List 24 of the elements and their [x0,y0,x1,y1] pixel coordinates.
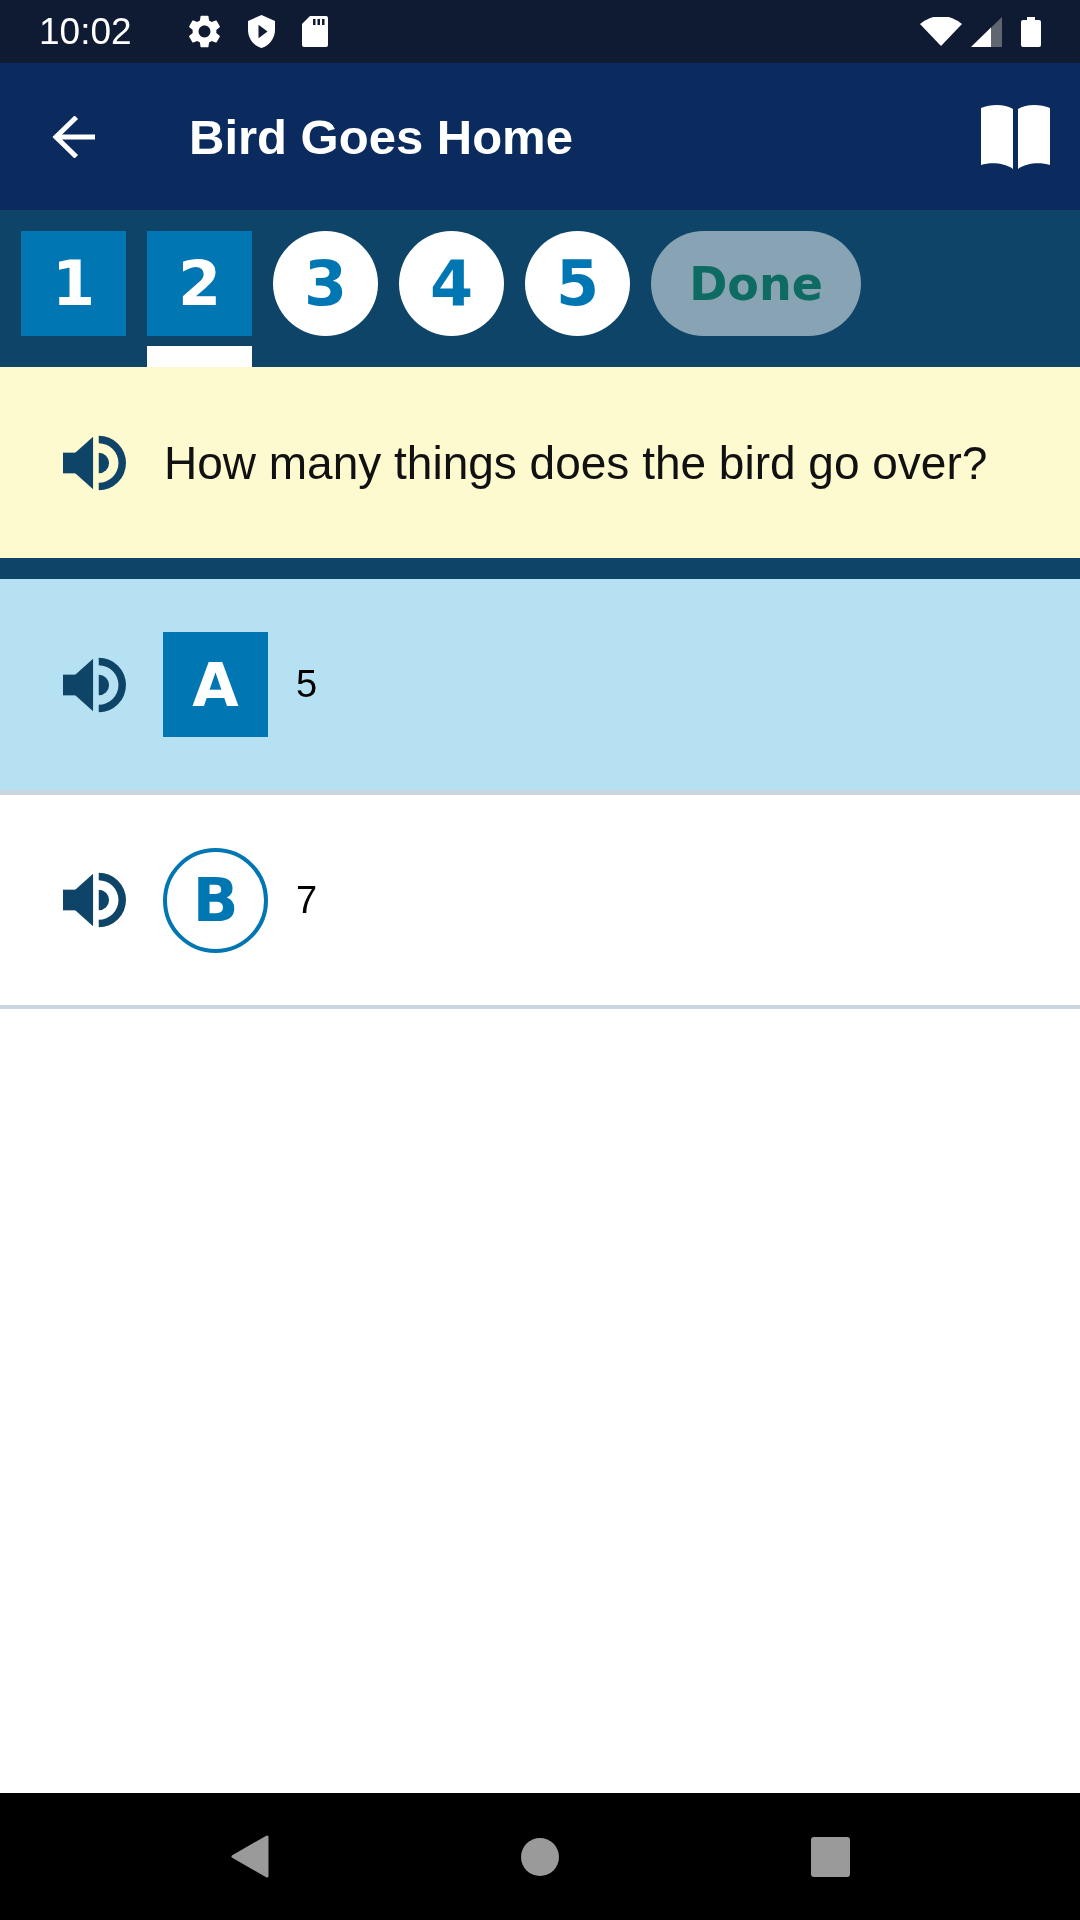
screen-title: Bird Goes Home [189,108,573,165]
answer-letter: A [163,632,268,737]
answer-letter: B [163,847,268,953]
question-tab[interactable]: 5 [525,231,630,336]
battery-icon [1021,16,1041,47]
answer-text: 5 [296,663,318,706]
recents-icon[interactable] [810,1836,850,1877]
status-time: 10:02 [39,13,132,50]
settings-icon [187,15,221,48]
back-icon[interactable] [231,1835,269,1878]
wifi-icon [920,17,962,46]
question-tab[interactable]: 1 [21,231,126,336]
back-arrow-icon[interactable] [52,115,95,158]
book-icon[interactable] [981,104,1050,169]
sd-card-icon [301,16,328,47]
answer-row[interactable]: A 5 [0,579,1080,795]
shield-play-icon [245,15,277,48]
home-icon[interactable] [521,1837,559,1876]
question-tab[interactable]: 4 [399,231,504,336]
question-tab[interactable]: 3 [273,231,378,336]
signal-icon [971,16,1002,47]
answer-text: 7 [296,878,318,922]
question-tab[interactable]: 2 [147,231,252,336]
question-text: How many things does the bird go over? [164,435,988,490]
